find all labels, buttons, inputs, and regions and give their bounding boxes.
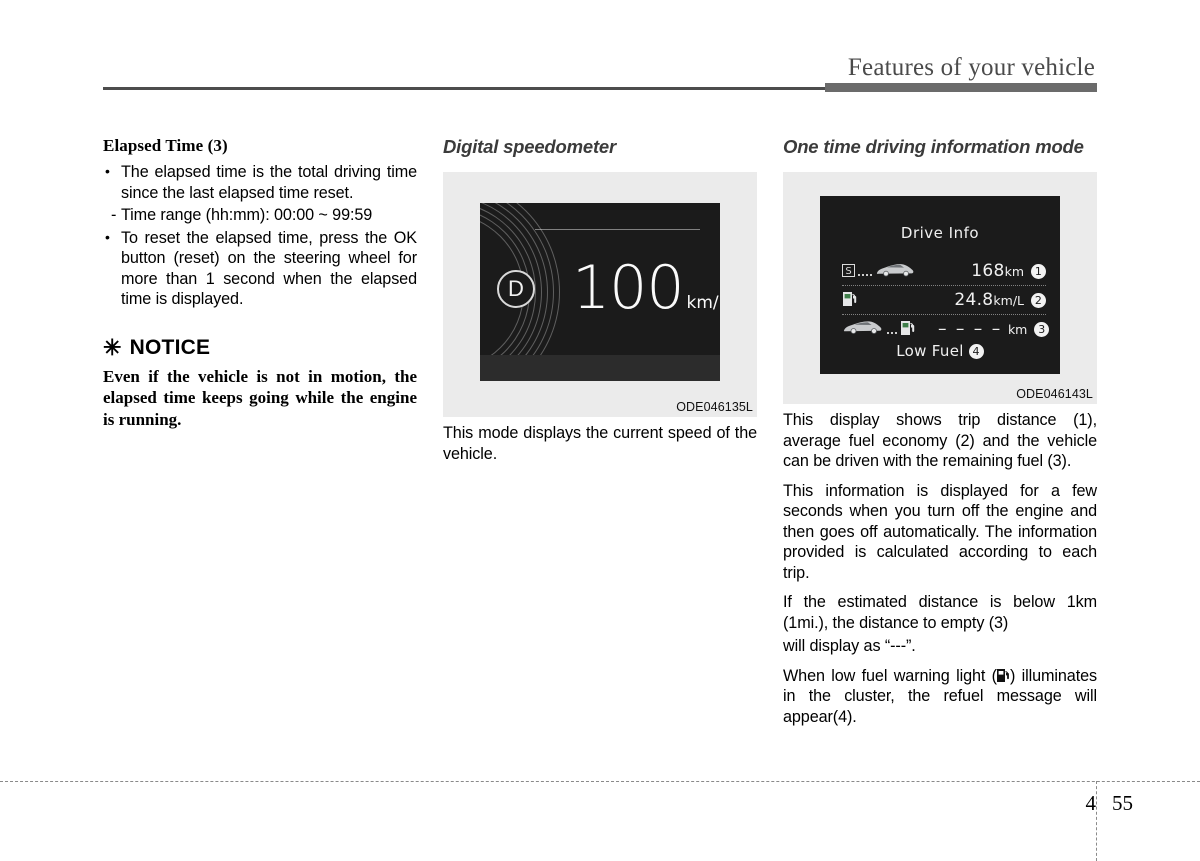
paragraph-low-fuel-warning: When low fuel warning light () illuminat… — [783, 666, 1097, 728]
row-value: 24.8km/L 2 — [938, 290, 1046, 310]
speed-unit: km/h — [686, 293, 720, 313]
header-rule-thick — [825, 83, 1097, 92]
figure-digital-speedometer: D 100 km/h ODE046135L — [443, 172, 757, 417]
dots-icon — [886, 324, 898, 334]
notice-block: ✳ NOTICE Even if the vehicle is not in m… — [103, 336, 417, 431]
trip-distance-unit: km — [1004, 264, 1024, 279]
low-fuel-warning-icon — [996, 668, 1010, 683]
content-columns: Elapsed Time (3) • The elapsed time is t… — [103, 136, 1098, 776]
fuel-pump-icon — [900, 319, 916, 340]
notice-title: NOTICE — [129, 335, 211, 359]
drive-info-row-fuel-economy: 24.8km/L 2 — [842, 287, 1046, 313]
bullet-marker: • — [105, 228, 110, 245]
drive-info-row-trip-distance: S 168km 1 — [842, 258, 1046, 284]
page-number: 55 — [1112, 791, 1133, 815]
bullet-marker: • — [105, 163, 110, 179]
fuel-economy-unit: km/L — [993, 293, 1024, 308]
list-item: • The elapsed time is the total driving … — [103, 162, 417, 203]
low-fuel-sentence-before: When low fuel warning light ( — [783, 666, 997, 685]
dash-marker: - — [111, 206, 117, 224]
drive-info-cluster-display: Drive Info S 168km 1 24.8km/L 2 – – – – … — [820, 196, 1060, 374]
speed-readout: 100 km/h — [572, 258, 720, 318]
column-digital-speedometer: Digital speedometer D 100 km/h — [443, 136, 757, 464]
callout-number-1: 1 — [1031, 263, 1046, 279]
figure-drive-info: Drive Info S 168km 1 24.8km/L 2 – – – – … — [783, 172, 1097, 404]
car-icon — [842, 319, 884, 339]
row-divider — [842, 285, 1046, 286]
low-fuel-message: Low Fuel 4 — [820, 342, 1060, 360]
folio: 4 55 — [1050, 791, 1150, 816]
row-icons — [842, 319, 938, 340]
instrument-cluster-display: D 100 km/h — [480, 203, 720, 381]
figure-image-id: ODE046143L — [1016, 387, 1093, 401]
section-heading-one-time-driving-info: One time driving information mode — [783, 136, 1084, 157]
callout-number-2: 2 — [1031, 292, 1046, 308]
row-icons — [842, 290, 938, 311]
paragraph-trip-info: This display shows trip distance (1), av… — [783, 411, 1097, 470]
gear-indicator-badge: D — [497, 270, 535, 308]
crop-line-horizontal — [0, 781, 1200, 782]
car-icon — [875, 262, 915, 281]
list-item-text: To reset the elapsed time, press the OK … — [121, 228, 417, 309]
drive-info-row-distance-to-empty: – – – – km 3 — [842, 316, 1050, 342]
elapsed-time-bullet-list: • The elapsed time is the total driving … — [103, 162, 417, 203]
low-fuel-label: Low Fuel — [896, 342, 964, 360]
fuel-pump-icon — [842, 290, 858, 311]
notice-body-text: Even if the vehicle is not in motion, th… — [103, 366, 417, 429]
callout-number-4: 4 — [968, 344, 984, 359]
paragraph-display-duration: This information is displayed for a few … — [783, 481, 1097, 582]
speed-value: 100 — [572, 253, 685, 323]
paragraph-estimated-distance: If the estimated distance is below 1km (… — [783, 593, 1097, 632]
row-divider — [842, 314, 1046, 315]
column-one-time-driving-info: One time driving information mode Drive … — [783, 136, 1097, 727]
page-footer: 4 55 — [0, 771, 1200, 861]
list-sub-item-text: Time range (hh:mm): 00:00 ~ 99:59 — [121, 206, 373, 224]
page-title: Features of your vehicle — [847, 54, 1095, 81]
section-heading-digital-speedometer: Digital speedometer — [443, 136, 617, 157]
dots-icon — [857, 266, 873, 276]
callout-number-3: 3 — [1034, 321, 1050, 337]
drive-info-rows: S 168km 1 24.8km/L 2 – – – – km 3 — [842, 258, 1050, 342]
drive-info-title: Drive Info — [900, 224, 980, 242]
figure-image-id: ODE046135L — [676, 400, 753, 414]
svg-text:S: S — [845, 266, 851, 277]
notice-heading: ✳ NOTICE — [103, 336, 417, 360]
distance-to-empty-value: – – – – — [938, 319, 1003, 339]
distance-to-empty-unit: km — [1007, 322, 1028, 337]
header-rule-thin — [103, 87, 825, 90]
list-item-text: The elapsed time is the total driving ti… — [121, 163, 417, 202]
trip-distance-value: 168 — [971, 261, 1005, 281]
trip-start-icon: S — [842, 262, 855, 281]
chapter-number: 4 — [1085, 791, 1097, 815]
section-heading-elapsed-time: Elapsed Time (3) — [103, 136, 228, 155]
asterisk-icon: ✳ — [103, 334, 122, 360]
cluster-bottom-band — [480, 355, 720, 381]
elapsed-time-bullet-list-2: • To reset the elapsed time, press the O… — [103, 228, 417, 310]
cluster-top-divider — [535, 229, 700, 230]
fuel-economy-value: 24.8 — [954, 290, 994, 310]
column-elapsed-time: Elapsed Time (3) • The elapsed time is t… — [103, 136, 417, 430]
list-item: • To reset the elapsed time, press the O… — [103, 228, 417, 310]
row-value: 168km 1 — [938, 261, 1046, 281]
row-value: – – – – km 3 — [938, 319, 1050, 339]
paragraph-display-as: will display as “---”. — [783, 637, 916, 655]
page-header: Features of your vehicle — [0, 0, 1200, 100]
figure-caption-text: This mode displays the current speed of … — [443, 424, 757, 463]
list-sub-item: - Time range (hh:mm): 00:00 ~ 99:59 — [111, 205, 417, 226]
row-icons: S — [842, 262, 938, 281]
